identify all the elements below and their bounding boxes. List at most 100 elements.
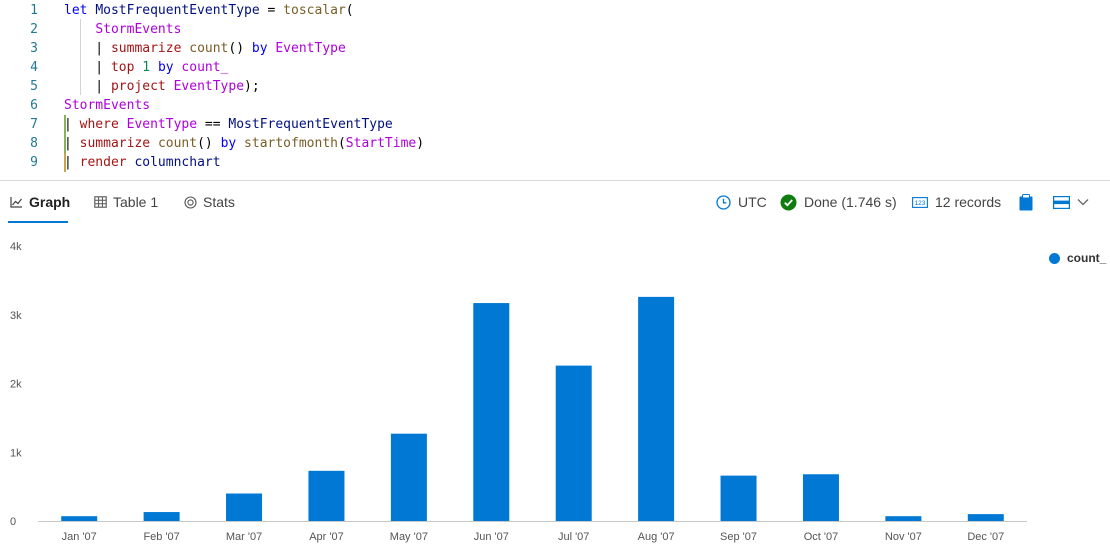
chevron-down-icon	[1077, 198, 1089, 206]
line-number: 5	[30, 79, 38, 94]
y-tick-label: 2k	[10, 379, 22, 391]
chart-legend[interactable]: count_	[1049, 251, 1106, 265]
tab-stats[interactable]: Stats	[184, 181, 235, 223]
code-token: render	[79, 155, 135, 170]
tab-graph-label: Graph	[29, 194, 71, 210]
code-token: StormEvents	[95, 22, 182, 37]
y-tick-label: 0	[10, 516, 16, 528]
timezone-selector[interactable]: UTC	[716, 181, 767, 223]
x-tick-label: Jan '07	[62, 531, 97, 543]
line-number: 1	[30, 3, 38, 18]
code-text: StormEvents	[64, 20, 181, 39]
code-text: | summarize count() by startofmonth(Star…	[64, 134, 424, 153]
code-text: | summarize count() by EventType	[64, 39, 346, 58]
code-token: top	[110, 60, 143, 75]
x-tick-label: Jun '07	[474, 531, 509, 543]
code-token: count	[189, 41, 229, 56]
code-token: by	[157, 60, 182, 75]
code-token: summarize	[110, 41, 190, 56]
line-chart-icon	[10, 196, 23, 208]
line-number: 8	[30, 136, 38, 151]
code-token: EventType	[275, 41, 346, 56]
chart-bar	[967, 514, 1004, 521]
tab-stats-label: Stats	[203, 194, 235, 210]
line-number: 7	[30, 117, 38, 132]
code-token: by	[220, 136, 245, 151]
code-token: MostFrequentEventType	[228, 117, 393, 132]
x-tick-label: Aug '07	[638, 531, 675, 543]
code-token: |	[64, 117, 80, 132]
code-token: |	[64, 79, 111, 94]
pipe-marker	[64, 115, 66, 134]
timezone-label: UTC	[738, 194, 767, 210]
query-status: Done (1.746 s)	[780, 181, 897, 223]
x-tick-label: Mar '07	[226, 531, 262, 543]
code-token: columnchart	[134, 155, 221, 170]
query-editor[interactable]: 1 let MostFrequentEventType = toscalar(2 …	[0, 0, 1110, 181]
active-tab-indicator	[8, 221, 68, 223]
record-count: 123 12 records	[912, 181, 1001, 223]
x-tick-label: Sep '07	[720, 531, 757, 543]
chart-bar	[885, 516, 922, 521]
code-token: );	[244, 79, 260, 94]
stats-icon	[184, 195, 197, 209]
clipboard-icon	[1019, 193, 1033, 211]
chart-canvas: 0 1k 2k 3k 4k Jan '07 Feb '07 Mar '07 Apr '07 May…	[10, 241, 1027, 543]
tab-table-1[interactable]: Table 1	[94, 181, 158, 223]
x-tick-label: Feb '07	[143, 531, 179, 543]
code-text: let MostFrequentEventType = toscalar(	[64, 1, 354, 20]
svg-text:123: 123	[915, 200, 926, 207]
legend-label: count_	[1067, 251, 1107, 265]
code-text: | where EventType == MostFrequentEventTy…	[64, 115, 393, 134]
code-token: (	[337, 136, 346, 151]
tab-graph[interactable]: Graph	[10, 181, 70, 223]
line-number: 3	[30, 41, 38, 56]
x-tick-label: Jul '07	[558, 531, 589, 543]
code-token: count_	[181, 60, 229, 75]
chart-bar	[720, 475, 757, 521]
legend-dot	[1049, 252, 1060, 264]
status-text: Done (1.746 s)	[804, 194, 897, 210]
code-token: StormEvents	[64, 98, 151, 113]
x-tick-label: May '07	[390, 531, 428, 543]
code-token: |	[64, 136, 80, 151]
code-token: ==	[197, 117, 229, 132]
pipe-marker	[64, 153, 66, 172]
code-token: (	[345, 3, 354, 18]
y-tick-label: 1k	[10, 447, 22, 459]
chart-bar	[802, 474, 839, 521]
code-token: =	[259, 3, 284, 18]
chart-bar	[390, 433, 427, 521]
code-text: | render columnchart	[64, 153, 221, 172]
line-number: 9	[30, 155, 38, 170]
copy-results-button[interactable]	[1019, 181, 1033, 223]
code-token: toscalar	[283, 3, 346, 18]
code-token: by	[251, 41, 276, 56]
code-token: |	[64, 60, 111, 75]
code-token: EventType	[126, 117, 198, 132]
chart-bar	[61, 516, 98, 521]
line-number: 6	[30, 98, 38, 113]
layout-dropdown[interactable]	[1053, 181, 1089, 223]
record-count-icon: 123	[912, 196, 928, 208]
y-tick-label: 3k	[10, 310, 22, 322]
code-token: where	[79, 117, 127, 132]
line-number: 2	[30, 22, 38, 37]
code-token: ()	[197, 136, 221, 151]
table-icon	[94, 196, 107, 208]
x-tick-label: Dec '07	[967, 531, 1004, 543]
code-token: |	[64, 155, 80, 170]
code-token: summarize	[79, 136, 158, 151]
code-text: | top 1 by count_	[64, 58, 228, 77]
chart-bar	[638, 296, 675, 521]
code-text: | project EventType);	[64, 77, 260, 96]
chart-bar	[143, 512, 180, 521]
layout-icon	[1053, 195, 1070, 209]
code-token: 1	[142, 60, 158, 75]
line-number: 4	[30, 60, 38, 75]
tab-table-1-label: Table 1	[113, 194, 159, 210]
chart-bar	[308, 470, 345, 521]
chart-bar	[555, 365, 592, 521]
pipe-marker	[64, 134, 66, 153]
